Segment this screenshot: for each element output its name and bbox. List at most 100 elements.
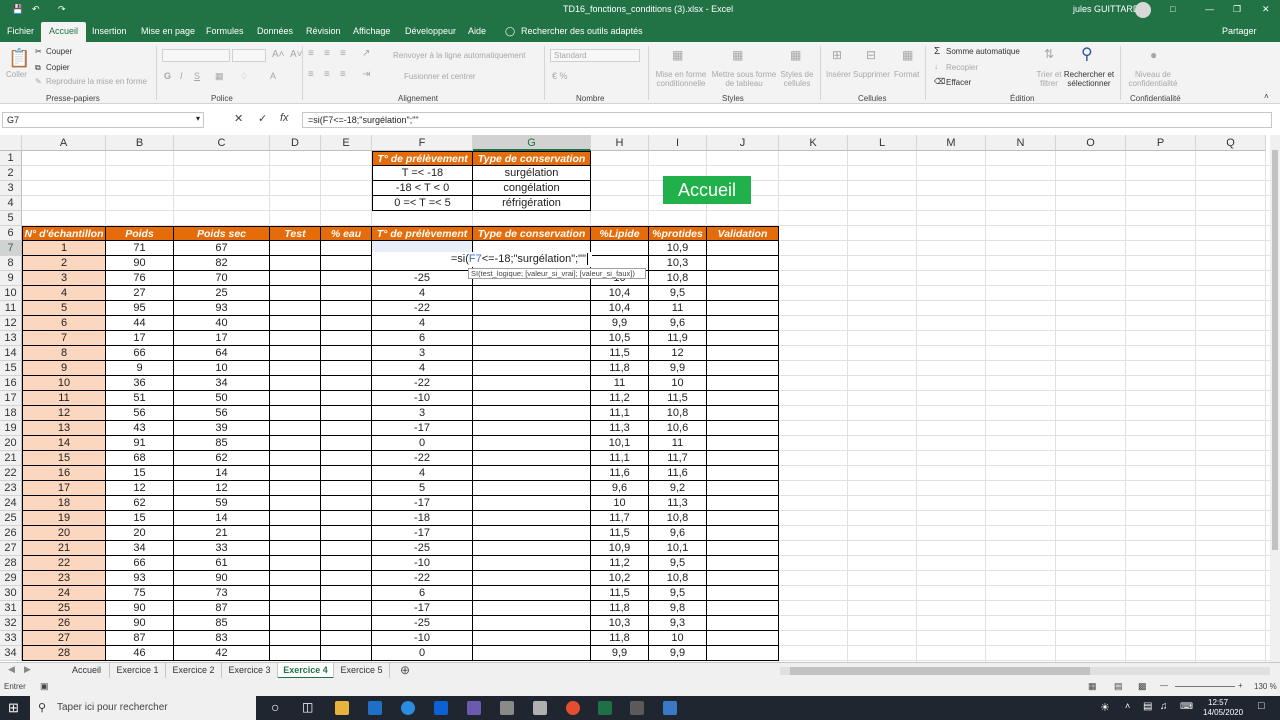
- table-cell[interactable]: 11,5: [591, 526, 649, 541]
- table-cell[interactable]: [707, 256, 779, 271]
- sample-number-cell[interactable]: 11: [22, 391, 106, 406]
- table-cell[interactable]: 11,7: [591, 511, 649, 526]
- underline-icon[interactable]: S: [194, 71, 200, 81]
- table-cell[interactable]: 27: [106, 286, 174, 301]
- table-cell[interactable]: 9,3: [649, 616, 707, 631]
- table-cell[interactable]: 10,8: [649, 271, 707, 286]
- table-cell[interactable]: [270, 316, 321, 331]
- row-header[interactable]: 14: [0, 346, 22, 361]
- column-header-b[interactable]: B: [106, 135, 174, 151]
- sample-number-cell[interactable]: 8: [22, 346, 106, 361]
- table-cell[interactable]: 44: [106, 316, 174, 331]
- table-cell[interactable]: 11,1: [591, 451, 649, 466]
- border-icon[interactable]: ▦: [215, 71, 224, 82]
- delete-cells-icon[interactable]: ⊟: [866, 48, 876, 62]
- table-cell[interactable]: 10: [591, 496, 649, 511]
- table-cell[interactable]: [270, 586, 321, 601]
- table-cell[interactable]: 67: [174, 241, 270, 256]
- table-cell[interactable]: [473, 436, 591, 451]
- shrink-font-icon[interactable]: A˅: [290, 49, 303, 60]
- table-cell[interactable]: 11,8: [591, 361, 649, 376]
- table-cell[interactable]: 9,9: [591, 316, 649, 331]
- sample-number-cell[interactable]: 18: [22, 496, 106, 511]
- table-cell[interactable]: [270, 406, 321, 421]
- table-cell[interactable]: 76: [106, 271, 174, 286]
- undo-icon[interactable]: ↶: [32, 4, 40, 15]
- table-cell[interactable]: 15: [106, 511, 174, 526]
- table-cell[interactable]: 11,5: [649, 391, 707, 406]
- table-cell[interactable]: [321, 331, 372, 346]
- table-cell[interactable]: [473, 496, 591, 511]
- table-cell[interactable]: 21: [174, 526, 270, 541]
- row-header[interactable]: 23: [0, 481, 22, 496]
- table-cell[interactable]: 95: [106, 301, 174, 316]
- name-box[interactable]: G7: [2, 112, 204, 128]
- table-cell[interactable]: [707, 286, 779, 301]
- indent-icon[interactable]: ⇥: [362, 69, 370, 80]
- cut-button[interactable]: Couper: [46, 47, 72, 56]
- cell-styles-button[interactable]: Styles de cellules: [779, 70, 815, 88]
- weather-icon[interactable]: ☀: [1100, 701, 1110, 714]
- table-cell[interactable]: [270, 256, 321, 271]
- sample-number-cell[interactable]: 12: [22, 406, 106, 421]
- format-cells-button[interactable]: Format: [894, 70, 919, 79]
- table-cell[interactable]: [270, 631, 321, 646]
- table-cell[interactable]: [321, 301, 372, 316]
- table-cell[interactable]: -17: [372, 601, 473, 616]
- table-cell[interactable]: [707, 631, 779, 646]
- table-cell[interactable]: 11,3: [591, 421, 649, 436]
- next-sheet-icon[interactable]: ▶: [24, 664, 31, 675]
- vertical-scroll-thumb[interactable]: [1272, 150, 1278, 550]
- conditional-format-button[interactable]: Mise en forme conditionnelle: [654, 70, 708, 88]
- table-cell[interactable]: [270, 241, 321, 256]
- table-cell[interactable]: [473, 571, 591, 586]
- row-header[interactable]: 31: [0, 601, 22, 616]
- table-cell[interactable]: [707, 601, 779, 616]
- table-cell[interactable]: [270, 526, 321, 541]
- table-cell[interactable]: [707, 586, 779, 601]
- table-cell[interactable]: 12: [106, 481, 174, 496]
- table-cell[interactable]: [707, 421, 779, 436]
- row-header[interactable]: 25: [0, 511, 22, 526]
- sample-number-cell[interactable]: 4: [22, 286, 106, 301]
- table-cell[interactable]: 71: [106, 241, 174, 256]
- legend-cell[interactable]: T =< -18: [372, 166, 473, 181]
- table-cell[interactable]: 10: [174, 361, 270, 376]
- table-cell[interactable]: 11: [591, 376, 649, 391]
- table-cell[interactable]: 0: [372, 646, 473, 661]
- tab-aide[interactable]: Aide: [468, 26, 486, 36]
- format-painter-button[interactable]: Reproduire la mise en forme: [46, 77, 147, 86]
- number-format-dropdown[interactable]: Standard: [550, 49, 640, 62]
- table-cell[interactable]: [270, 541, 321, 556]
- table-cell[interactable]: [473, 331, 591, 346]
- copy-icon[interactable]: ⧉: [35, 63, 41, 73]
- cell-styles-icon[interactable]: ▦: [790, 48, 801, 62]
- table-cell[interactable]: 39: [174, 421, 270, 436]
- table-cell[interactable]: [473, 541, 591, 556]
- table-cell[interactable]: 93: [106, 571, 174, 586]
- table-cell[interactable]: 11,5: [591, 586, 649, 601]
- table-cell[interactable]: -22: [372, 301, 473, 316]
- table-cell[interactable]: [321, 376, 372, 391]
- table-cell[interactable]: 9,2: [649, 481, 707, 496]
- notification-icon[interactable]: □: [1258, 700, 1265, 712]
- sample-number-cell[interactable]: 13: [22, 421, 106, 436]
- align-top-icon[interactable]: ≡: [308, 48, 314, 59]
- table-cell[interactable]: 3: [372, 346, 473, 361]
- app-icon[interactable]: [630, 701, 644, 715]
- table-cell[interactable]: 11,2: [591, 556, 649, 571]
- paste-button[interactable]: Coller: [6, 70, 27, 79]
- table-cell[interactable]: 14: [174, 511, 270, 526]
- table-cell[interactable]: 10,9: [591, 541, 649, 556]
- taskbar-search[interactable]: Taper ici pour rechercher: [30, 696, 256, 720]
- table-cell[interactable]: 9,9: [649, 646, 707, 661]
- table-cell[interactable]: [321, 571, 372, 586]
- table-cell[interactable]: 10,4: [591, 286, 649, 301]
- table-cell[interactable]: [707, 436, 779, 451]
- table-cell[interactable]: [321, 586, 372, 601]
- table-cell[interactable]: [321, 391, 372, 406]
- sample-number-cell[interactable]: 22: [22, 556, 106, 571]
- sample-number-cell[interactable]: 25: [22, 601, 106, 616]
- align-center-icon[interactable]: ≡: [324, 69, 330, 80]
- table-cell[interactable]: [270, 556, 321, 571]
